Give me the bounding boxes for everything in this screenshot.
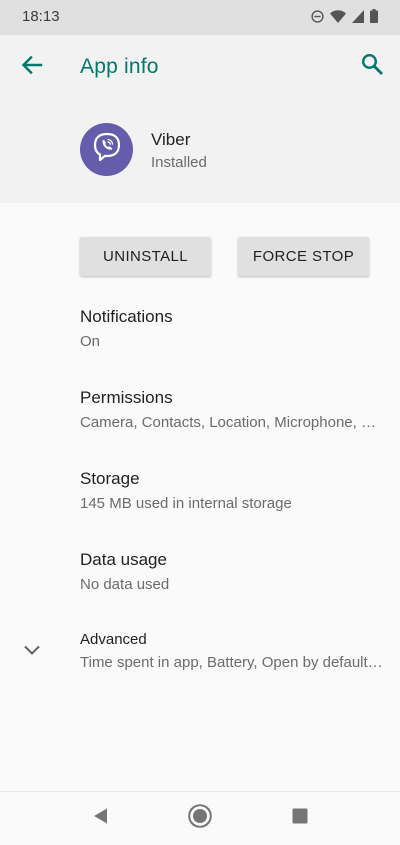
nav-home-icon (187, 803, 213, 834)
setting-summary: Time spent in app, Battery, Open by defa… (80, 654, 383, 671)
search-icon (361, 53, 383, 80)
nav-back-button[interactable] (86, 804, 114, 832)
setting-title: Permissions (80, 388, 173, 407)
setting-summary: No data used (80, 576, 170, 593)
do-not-disturb-icon (311, 9, 324, 23)
app-name: Viber (151, 130, 191, 149)
viber-logo-icon (90, 130, 124, 169)
app-header: Viber Installed (0, 99, 400, 203)
status-bar: 18:13 (0, 0, 400, 35)
setting-title: Storage (80, 469, 140, 488)
setting-summary: On (80, 333, 101, 350)
arrow-back-icon (21, 55, 43, 80)
navigation-bar (0, 791, 400, 845)
setting-storage[interactable]: Storage 145 MB used in internal storage (80, 469, 385, 512)
wifi-icon (330, 9, 346, 23)
setting-title: Data usage (80, 550, 167, 569)
uninstall-button[interactable]: UNINSTALL (80, 237, 211, 276)
setting-advanced[interactable]: Advanced Time spent in app, Battery, Ope… (80, 631, 385, 671)
nav-home-button[interactable] (186, 803, 214, 834)
force-stop-button[interactable]: FORCE STOP (238, 237, 369, 276)
status-icons (311, 9, 378, 23)
search-button[interactable] (358, 52, 386, 80)
setting-notifications[interactable]: Notifications On (80, 307, 385, 350)
battery-icon (370, 9, 378, 23)
nav-recents-icon (292, 808, 308, 829)
signal-icon (352, 9, 364, 23)
settings-content: UNINSTALL FORCE STOP Notifications On Pe… (0, 203, 400, 791)
status-time: 18:13 (22, 8, 60, 25)
app-icon (80, 123, 133, 176)
app-bar: App info (0, 35, 400, 99)
setting-summary: Camera, Contacts, Location, Microphone, … (80, 414, 376, 431)
setting-data-usage[interactable]: Data usage No data used (80, 550, 385, 593)
chevron-down-icon[interactable] (20, 638, 44, 662)
setting-title: Notifications (80, 307, 173, 326)
page-title: App info (80, 55, 159, 78)
app-install-status: Installed (151, 154, 207, 171)
nav-recents-button[interactable] (286, 804, 314, 832)
setting-permissions[interactable]: Permissions Camera, Contacts, Location, … (80, 388, 385, 431)
setting-summary: 145 MB used in internal storage (80, 495, 292, 512)
setting-title: Advanced (80, 631, 147, 648)
nav-back-icon (91, 807, 109, 830)
back-button[interactable] (18, 53, 46, 81)
